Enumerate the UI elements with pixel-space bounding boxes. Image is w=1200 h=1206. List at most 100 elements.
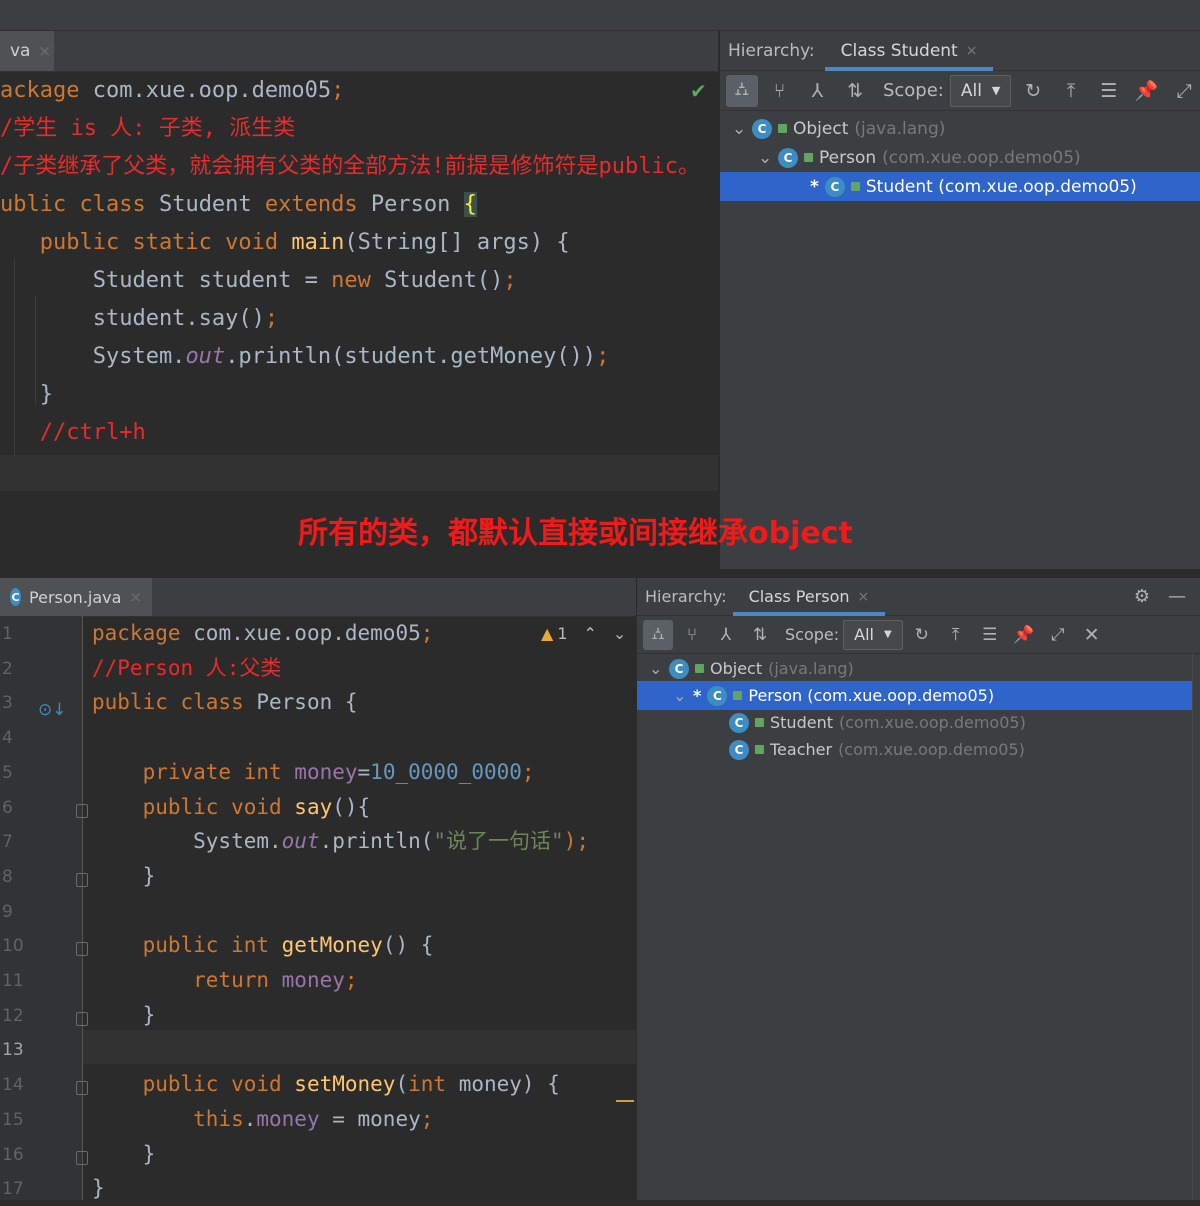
tree-item[interactable]: C Teacher (com.xue.oop.demo05) <box>637 735 1192 764</box>
type-hierarchy-icon[interactable]: ⛼ <box>643 619 673 650</box>
package-name: (com.xue.oop.demo05) <box>838 740 1025 759</box>
pin-icon[interactable]: 📌 <box>1131 75 1163 107</box>
class-icon: C <box>707 685 728 706</box>
code-line[interactable]: System.out.println("说了一句话"); <box>92 824 589 859</box>
chevron-down-icon[interactable]: ⌄ <box>758 148 772 168</box>
expand-all-icon[interactable]: ☰ <box>975 620 1005 650</box>
fold-marker-icon[interactable] <box>76 1150 88 1165</box>
tree-item[interactable]: ⌄ C Object (java.lang) <box>637 654 1192 683</box>
tab-class-student[interactable]: Class Student × <box>824 31 994 71</box>
line-number: 13 <box>2 1040 24 1061</box>
scope-value: All <box>960 80 982 101</box>
export-icon[interactable]: ⤢ <box>1043 620 1073 650</box>
implemented-icon[interactable]: ⊙↓ <box>38 700 67 720</box>
tree-item[interactable]: ⌄ C Person (com.xue.oop.demo05) <box>720 143 1200 172</box>
tab-class-person[interactable]: Class Person × <box>732 578 886 616</box>
code-token: setMoney <box>294 1072 396 1097</box>
chevron-down-icon[interactable]: ⌄ <box>613 624 626 643</box>
fold-marker-icon[interactable] <box>76 1081 88 1096</box>
code-line[interactable]: ackage com.xue.oop.demo05; <box>0 73 344 109</box>
code-token: 10_0000_0000 <box>370 759 522 784</box>
code-line[interactable]: return money; <box>92 963 357 998</box>
chevron-up-icon[interactable]: ⌃ <box>584 624 597 643</box>
code-line[interactable]: package com.xue.oop.demo05; <box>92 616 433 651</box>
sort-icon[interactable]: ⇅ <box>745 620 775 650</box>
autoscroll-icon[interactable]: ⤒ <box>1055 75 1087 107</box>
public-access-icon <box>778 124 787 133</box>
line-number: 17 <box>2 1179 24 1200</box>
subtypes-icon[interactable]: ⅄ <box>801 75 833 107</box>
code-line[interactable]: } <box>0 377 53 413</box>
chevron-down-icon[interactable]: ⌄ <box>732 119 746 139</box>
code-line[interactable]: private int money=10_0000_0000; <box>92 755 535 790</box>
class-icon: C <box>824 176 845 197</box>
top-code-editor[interactable]: va × ✔ ackage com.xue.oop.demo05; /学生 is … <box>0 31 718 569</box>
code-line[interactable]: Student student = new Student(); <box>0 263 517 299</box>
scope-dropdown[interactable]: All ▼ <box>949 74 1012 107</box>
code-line[interactable]: student.say(); <box>0 301 278 337</box>
tab-person-java[interactable]: C Person.java × <box>0 578 152 616</box>
code-line[interactable]: public void say(){ <box>92 790 371 825</box>
pin-icon[interactable]: 📌 <box>1009 620 1039 650</box>
close-icon[interactable]: ✕ <box>1077 620 1107 650</box>
code-token: } <box>92 1002 156 1027</box>
close-tab-icon[interactable]: × <box>966 43 978 59</box>
code-token: public static void <box>0 230 292 255</box>
line-number: 1 <box>2 624 13 644</box>
code-line[interactable]: } <box>92 1171 105 1206</box>
sort-icon[interactable]: ⇅ <box>839 75 871 107</box>
fold-marker-icon[interactable] <box>76 1011 88 1026</box>
code-line[interactable]: //ctrl+h <box>0 415 146 451</box>
expand-all-icon[interactable]: ☰ <box>1093 75 1125 107</box>
fold-marker-icon[interactable] <box>76 803 88 818</box>
supertypes-icon[interactable]: ⑂ <box>764 75 796 107</box>
tab-student-java[interactable]: va × <box>0 31 54 71</box>
code-line[interactable]: System.out.println(student.getMoney()); <box>0 339 610 375</box>
code-line[interactable]: } <box>92 1137 156 1172</box>
close-tab-icon[interactable]: × <box>38 42 51 60</box>
refresh-icon[interactable]: ↻ <box>907 620 937 650</box>
hierarchy-tree: ⌄ C Object (java.lang) ⌄ * C Person (com.xue.oo… <box>637 654 1192 1200</box>
autoscroll-icon[interactable]: ⤒ <box>941 620 971 650</box>
tree-item[interactable]: * C Student (com.xue.oop.demo05) <box>720 172 1200 201</box>
fold-marker-icon[interactable] <box>76 872 88 887</box>
scrollbar[interactable] <box>1192 654 1200 1200</box>
code-token: } <box>0 382 53 407</box>
code-token: public int <box>92 933 282 958</box>
type-hierarchy-icon[interactable]: ⛼ <box>726 74 758 107</box>
tree-item[interactable]: ⌄ C Object (java.lang) <box>720 114 1200 143</box>
tree-item[interactable]: C Student (com.xue.oop.demo05) <box>637 708 1192 737</box>
code-line[interactable]: } <box>92 998 156 1033</box>
tab-label: va <box>10 41 31 61</box>
code-line[interactable]: //Person 人:父类 <box>92 651 281 686</box>
class-name: Student (com.xue.oop.demo05) <box>865 176 1137 197</box>
close-tab-icon[interactable]: × <box>129 588 142 606</box>
close-tab-icon[interactable]: × <box>858 589 870 605</box>
inspection-widget[interactable]: ▲ 1 ⌃ ⌄ <box>541 624 626 643</box>
export-icon[interactable]: ⤢ <box>1168 75 1200 107</box>
code-line[interactable]: /子类继承了父类，就会拥有父类的全部方法!前提是修饰符是public。 <box>0 149 700 185</box>
supertypes-icon[interactable]: ⑂ <box>677 620 707 650</box>
code-token: . <box>243 1106 257 1131</box>
code-line[interactable]: ublic class Student extends Person { <box>0 187 477 223</box>
code-token: Student() <box>384 268 504 293</box>
bottom-code-editor[interactable]: C Person.java × 1 2 3 4 5 6 7 8 9 10 11 12 13 14 15 16 1… <box>0 578 636 1200</box>
code-line[interactable]: this.money = money; <box>92 1102 433 1137</box>
code-line[interactable]: public void setMoney(int money) { <box>92 1067 560 1102</box>
chevron-down-icon[interactable]: ⌄ <box>673 686 687 705</box>
fold-marker-icon[interactable] <box>76 942 88 957</box>
code-line[interactable]: public int getMoney() { <box>92 928 434 963</box>
code-line[interactable]: } <box>92 859 156 894</box>
subtypes-icon[interactable]: ⅄ <box>711 620 741 650</box>
code-token: public void <box>92 794 295 819</box>
code-line[interactable]: public static void main(String[] args) { <box>0 225 570 261</box>
code-line[interactable]: public class Person { <box>92 685 358 720</box>
tree-item[interactable]: ⌄ * C Person (com.xue.oop.demo05) <box>637 681 1192 710</box>
minimize-icon[interactable]: — <box>1168 586 1186 607</box>
gear-icon[interactable]: ⚙ <box>1134 586 1150 607</box>
refresh-icon[interactable]: ↻ <box>1017 75 1049 107</box>
scope-dropdown[interactable]: All ▼ <box>843 619 903 650</box>
chevron-down-icon[interactable]: ⌄ <box>649 659 663 678</box>
code-token: Student <box>158 192 265 217</box>
code-line[interactable]: /学生 is 人: 子类, 派生类 <box>0 111 295 147</box>
